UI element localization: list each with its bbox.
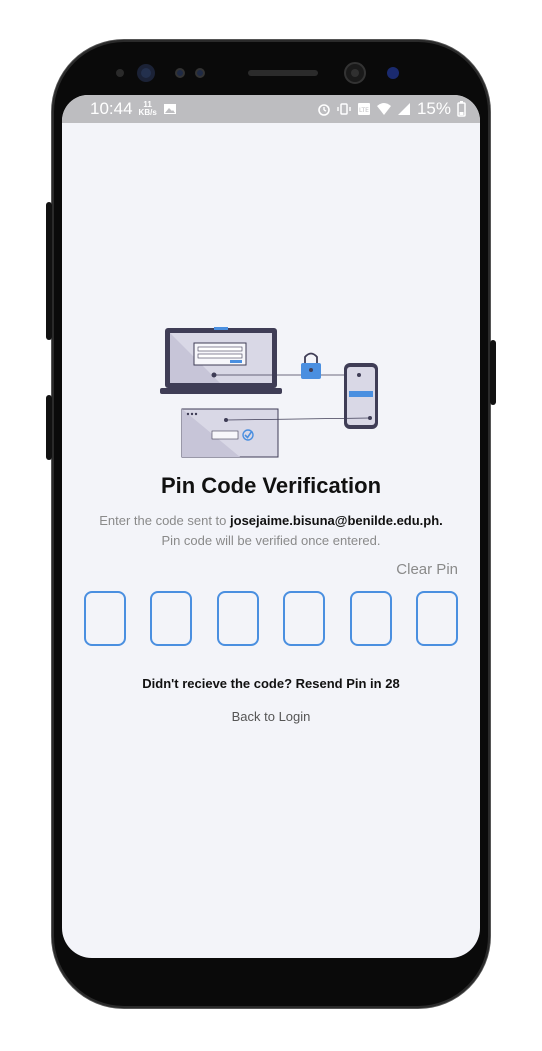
pin-digit-1[interactable] [84, 591, 126, 646]
email-address: josejaime.bisuna@benilde.edu.ph. [230, 513, 443, 528]
battery-percent: 15% [416, 99, 451, 118]
vibrate-icon [337, 103, 351, 115]
instruction-prefix: Enter the code sent to [99, 513, 231, 528]
svg-text:LTE: LTE [359, 107, 369, 114]
wifi-icon [376, 103, 391, 115]
clock: 10:44 [90, 99, 133, 118]
clear-pin-button[interactable]: Clear Pin [396, 561, 458, 578]
page-title: Pin Code Verification [160, 473, 382, 498]
pin-digit-6[interactable] [415, 591, 458, 646]
volte-icon: LTE [357, 103, 370, 115]
volume-button [46, 202, 52, 340]
status-bar: 10:44 11 KB/s LTE 15% [62, 95, 480, 123]
pin-input-group [84, 591, 458, 646]
image-notification-icon [163, 104, 176, 114]
signal-icon [397, 103, 410, 115]
front-sensors [116, 62, 399, 84]
bixby-button [46, 395, 52, 460]
pin-digit-4[interactable] [283, 591, 326, 646]
back-to-login-link[interactable]: Back to Login [62, 709, 480, 724]
pin-digit-2[interactable] [150, 591, 193, 646]
network-speed: 11 KB/s [139, 101, 157, 117]
verification-note: Pin code will be verified once entered. [161, 533, 381, 548]
network-speed-unit: KB/s [138, 108, 157, 117]
verification-illustration [160, 327, 378, 458]
power-button [490, 340, 496, 405]
battery-icon [457, 101, 466, 117]
pin-digit-5[interactable] [349, 591, 392, 646]
alarm-icon [318, 104, 330, 116]
pin-digit-3[interactable] [216, 591, 259, 646]
instructions: Enter the code sent to josejaime.bisuna@… [62, 511, 480, 551]
instruction-line: Enter the code sent to josejaime.bisuna@… [62, 511, 480, 531]
app-screen: 10:44 11 KB/s LTE 15% Pin Code Verificat… [62, 95, 480, 958]
resend-pin-text[interactable]: Didn't recieve the code? Resend Pin in 2… [62, 676, 480, 691]
